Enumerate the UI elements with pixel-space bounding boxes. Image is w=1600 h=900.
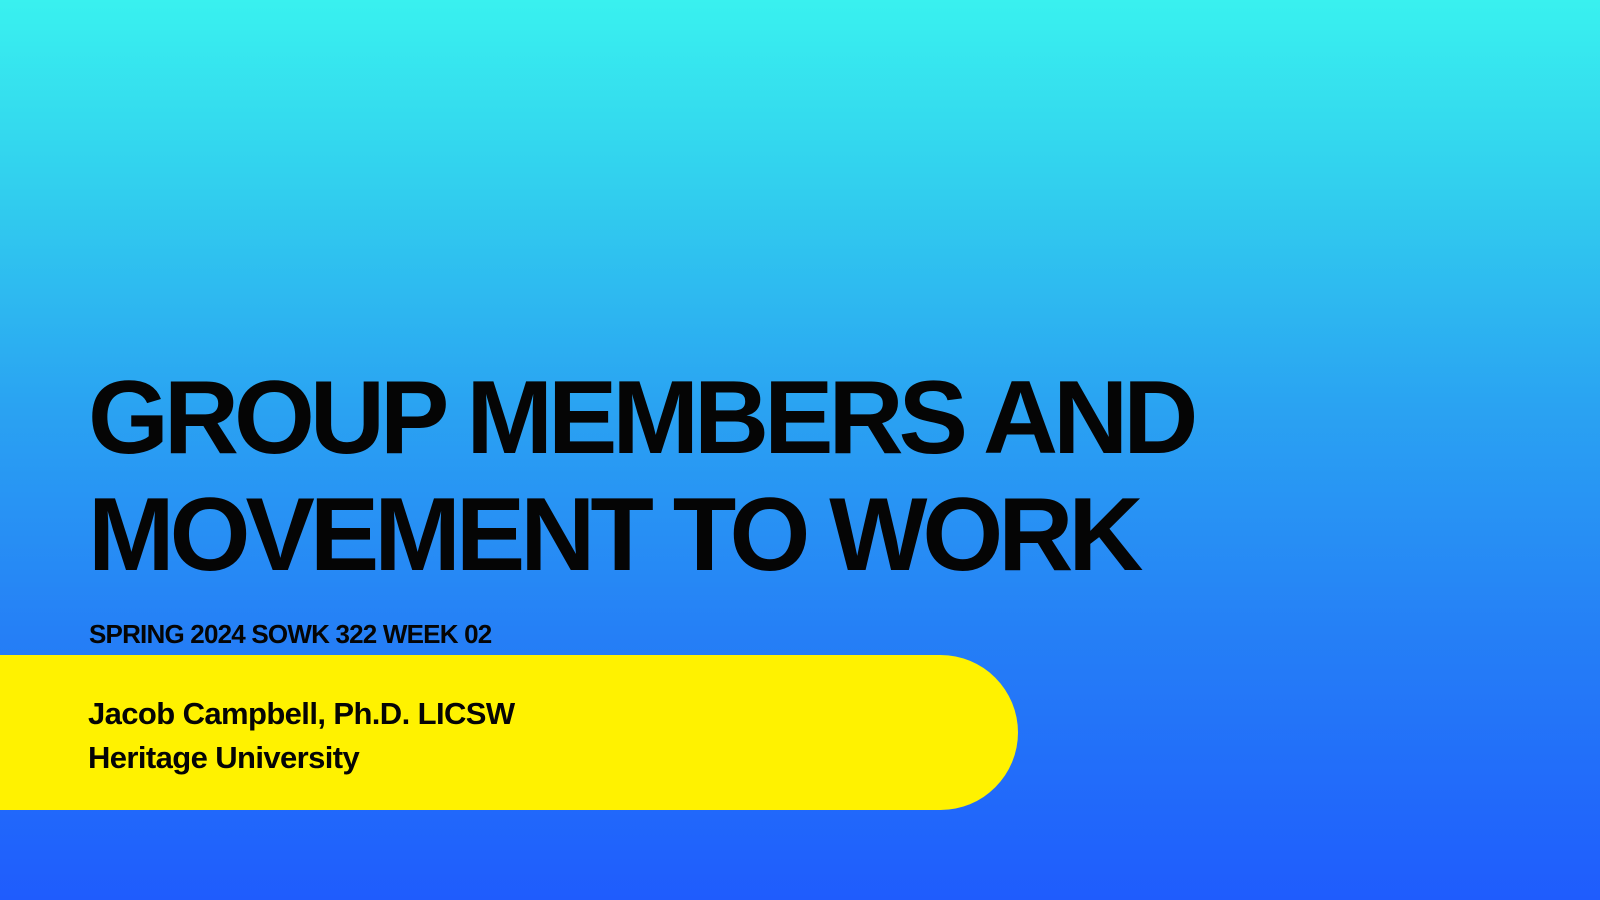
presenter-name: Jacob Campbell, Ph.D. LICSW <box>88 696 515 731</box>
slide-subtitle: SPRING 2024 SOWK 322 WEEK 02 <box>89 619 492 649</box>
presenter-institution: Heritage University <box>88 740 360 775</box>
title-slide: GROUP MEMBERS AND MOVEMENT TO WORK SPRIN… <box>0 0 1600 900</box>
presenter-info: Jacob Campbell, Ph.D. LICSW Heritage Uni… <box>88 692 515 780</box>
slide-title: GROUP MEMBERS AND MOVEMENT TO WORK <box>88 360 1198 593</box>
